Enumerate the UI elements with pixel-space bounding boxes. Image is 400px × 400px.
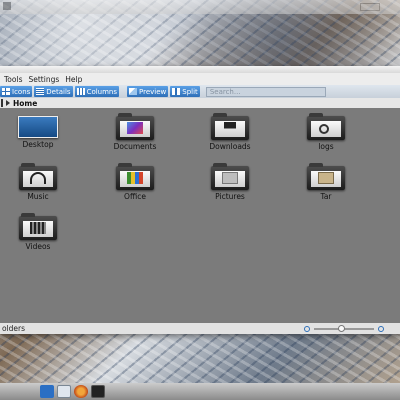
file-item-label: Desktop [22, 140, 54, 149]
status-text: olders [2, 324, 26, 333]
documents-folder-icon [116, 113, 154, 140]
preview-button[interactable]: Preview [127, 86, 169, 97]
file-item-office[interactable]: Office [105, 163, 165, 201]
app-menu-icon[interactable] [40, 385, 54, 398]
file-item-pictures[interactable]: Pictures [200, 163, 260, 201]
file-item-videos[interactable]: Videos [8, 213, 68, 251]
chevron-right-icon[interactable] [6, 100, 10, 106]
close-icon[interactable] [3, 2, 11, 10]
file-item-downloads[interactable]: Downloads [200, 113, 260, 151]
terminal-icon[interactable] [91, 385, 105, 398]
file-manager-icon[interactable] [57, 385, 71, 398]
file-item-documents[interactable]: Documents [105, 113, 165, 151]
file-item-label: Documents [113, 142, 157, 151]
office-folder-icon [116, 163, 154, 190]
menu-settings[interactable]: Settings [28, 75, 59, 84]
zoom-slider[interactable] [314, 324, 374, 332]
preview-label: Preview [139, 87, 167, 96]
split-label: Split [182, 87, 198, 96]
zoom-in-icon[interactable] [378, 325, 384, 332]
zoom-control [304, 324, 384, 332]
preview-icon [129, 88, 138, 95]
firefox-icon[interactable] [74, 385, 88, 398]
file-item-label: Downloads [209, 142, 251, 151]
file-item-label: logs [318, 142, 334, 151]
bottom-panel [0, 383, 400, 400]
icons-view-button[interactable]: Icons [0, 86, 33, 97]
columns-view-label: Columns [86, 87, 118, 96]
videos-folder-icon [19, 213, 57, 240]
zoom-out-icon[interactable] [304, 325, 310, 332]
panel-handle[interactable] [360, 3, 380, 11]
location-edge-icon [1, 99, 3, 107]
menu-tools[interactable]: Tools [4, 75, 22, 84]
menu-help[interactable]: Help [65, 75, 82, 84]
tar-folder-icon [307, 163, 345, 190]
split-button[interactable]: Split [170, 86, 200, 97]
file-item-label: Pictures [215, 192, 245, 201]
top-panel [0, 0, 400, 14]
list-icon [36, 88, 45, 95]
file-item-music[interactable]: Music [8, 163, 68, 201]
file-item-tar[interactable]: Tar [296, 163, 356, 201]
pictures-folder-icon [211, 163, 249, 190]
search-input[interactable]: Search... [205, 86, 326, 97]
zoom-slider-handle[interactable] [338, 324, 345, 332]
window-titlebar[interactable] [0, 66, 400, 73]
details-view-button[interactable]: Details [34, 86, 73, 97]
file-item-label: Office [124, 192, 146, 201]
view-toolbar: Icons Details Columns Preview Split Sear… [0, 85, 400, 98]
music-folder-icon [19, 163, 57, 190]
grid-icon [2, 88, 10, 95]
details-view-label: Details [46, 87, 71, 96]
breadcrumb: Home [0, 98, 400, 108]
columns-view-button[interactable]: Columns [74, 86, 120, 97]
file-item-label: Videos [25, 242, 51, 251]
downloads-folder-icon [211, 113, 249, 140]
status-bar: olders [0, 323, 400, 334]
columns-icon [76, 88, 85, 95]
desktop-folder-icon [18, 116, 58, 138]
split-icon [172, 88, 181, 95]
launcher-icons [40, 385, 105, 398]
file-item-label: Music [27, 192, 49, 201]
breadcrumb-home[interactable]: Home [13, 99, 37, 108]
icons-view-label: Icons [12, 87, 31, 96]
file-manager-window: Tools Settings Help Icons Details Column… [0, 66, 400, 334]
file-view[interactable]: Desktop Documents Downloads logs Music O… [0, 108, 400, 323]
logs-folder-icon [307, 113, 345, 140]
file-item-logs[interactable]: logs [296, 113, 356, 151]
menu-bar: Tools Settings Help [0, 73, 400, 85]
file-item-desktop[interactable]: Desktop [8, 116, 68, 149]
file-item-label: Tar [320, 192, 332, 201]
